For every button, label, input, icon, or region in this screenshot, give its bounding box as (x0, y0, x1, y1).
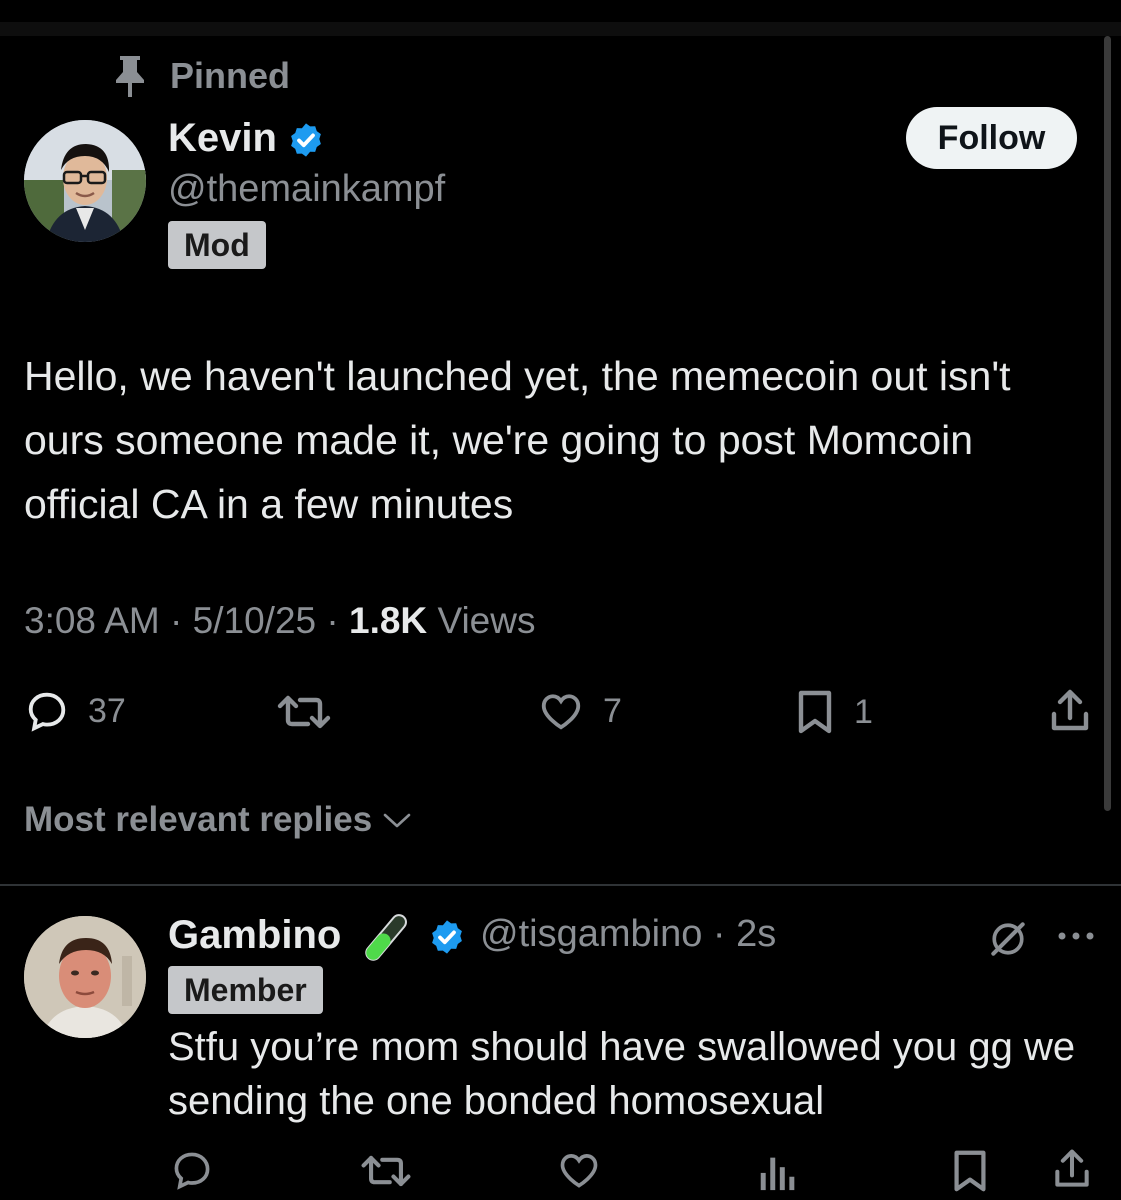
kevin-avatar-image (24, 120, 146, 242)
reply-views-button[interactable] (756, 1150, 796, 1192)
like-button[interactable]: 7 (537, 688, 622, 734)
meta-separator: · (170, 600, 183, 641)
views-label: Views (437, 600, 536, 641)
share-button[interactable] (1046, 686, 1094, 736)
bookmark-button[interactable]: 1 (794, 688, 873, 736)
tweet-time[interactable]: 3:08 AM (24, 600, 160, 641)
reply-author-name[interactable]: Gambino (168, 913, 341, 958)
gambino-avatar-image (24, 916, 146, 1038)
pinned-label: Pinned (170, 55, 291, 96)
divider (0, 884, 1121, 886)
follow-button[interactable]: Follow (906, 107, 1077, 169)
reply-sort-dropdown[interactable]: Most relevant replies (24, 800, 412, 840)
mod-badge: Mod (168, 221, 266, 269)
bookmark-count: 1 (854, 692, 873, 731)
test-tube-icon (365, 914, 407, 961)
avatar[interactable] (24, 120, 146, 242)
reply-bookmark-button[interactable] (950, 1148, 990, 1194)
reply-like-button[interactable] (556, 1148, 602, 1192)
reply-icon (174, 1152, 210, 1190)
pinned-indicator: Pinned (112, 54, 290, 98)
member-badge: Member (168, 966, 323, 1014)
author-handle[interactable]: @themainkampf (168, 168, 445, 211)
like-icon (560, 1154, 598, 1188)
tweet-meta: 3:08 AM · 5/10/25 · 1.8K Views (24, 600, 535, 642)
share-icon (1055, 1149, 1089, 1187)
scrollbar[interactable] (1104, 36, 1111, 811)
retweet-icon (361, 1155, 411, 1187)
reply-count: 37 (88, 691, 126, 730)
chevron-down-icon (383, 813, 411, 828)
tweet-date[interactable]: 5/10/25 (193, 600, 316, 641)
author-name[interactable]: Kevin (168, 116, 277, 161)
verified-badge-icon (291, 123, 321, 157)
reply-icon (28, 692, 66, 732)
reply-button[interactable]: 37 (24, 688, 126, 734)
retweet-button[interactable] (274, 690, 334, 734)
reply-text: Stfu you’re mom should have swallowed yo… (168, 1025, 1076, 1123)
avatar[interactable] (24, 916, 146, 1038)
more-icon[interactable] (1056, 930, 1096, 942)
top-bar-edge (0, 22, 1121, 36)
bookmark-icon (798, 690, 832, 734)
tweet-detail-page: Pinned Kevin @themainkampf Mod Follow He… (0, 0, 1121, 1200)
share-icon (1051, 689, 1089, 731)
verified-badge-icon (432, 920, 462, 954)
views-icon (760, 1157, 795, 1191)
reply-share-button[interactable] (1050, 1146, 1094, 1192)
bookmark-icon (954, 1150, 986, 1192)
grok-icon[interactable] (986, 917, 1030, 961)
reply-sort-label: Most relevant replies (24, 800, 373, 839)
like-count: 7 (603, 691, 622, 730)
views-count: 1.8K (349, 600, 428, 641)
reply-retweet-button[interactable] (358, 1150, 414, 1192)
pin-icon (116, 56, 144, 97)
reply-reply-button[interactable] (170, 1148, 214, 1192)
tweet-text: Hello, we haven't launched yet, the meme… (24, 353, 1011, 527)
retweet-icon (277, 695, 331, 729)
meta-separator: · (326, 600, 339, 641)
reply-author-handle[interactable]: @tisgambino · 2s (480, 913, 776, 956)
like-icon (541, 694, 581, 730)
